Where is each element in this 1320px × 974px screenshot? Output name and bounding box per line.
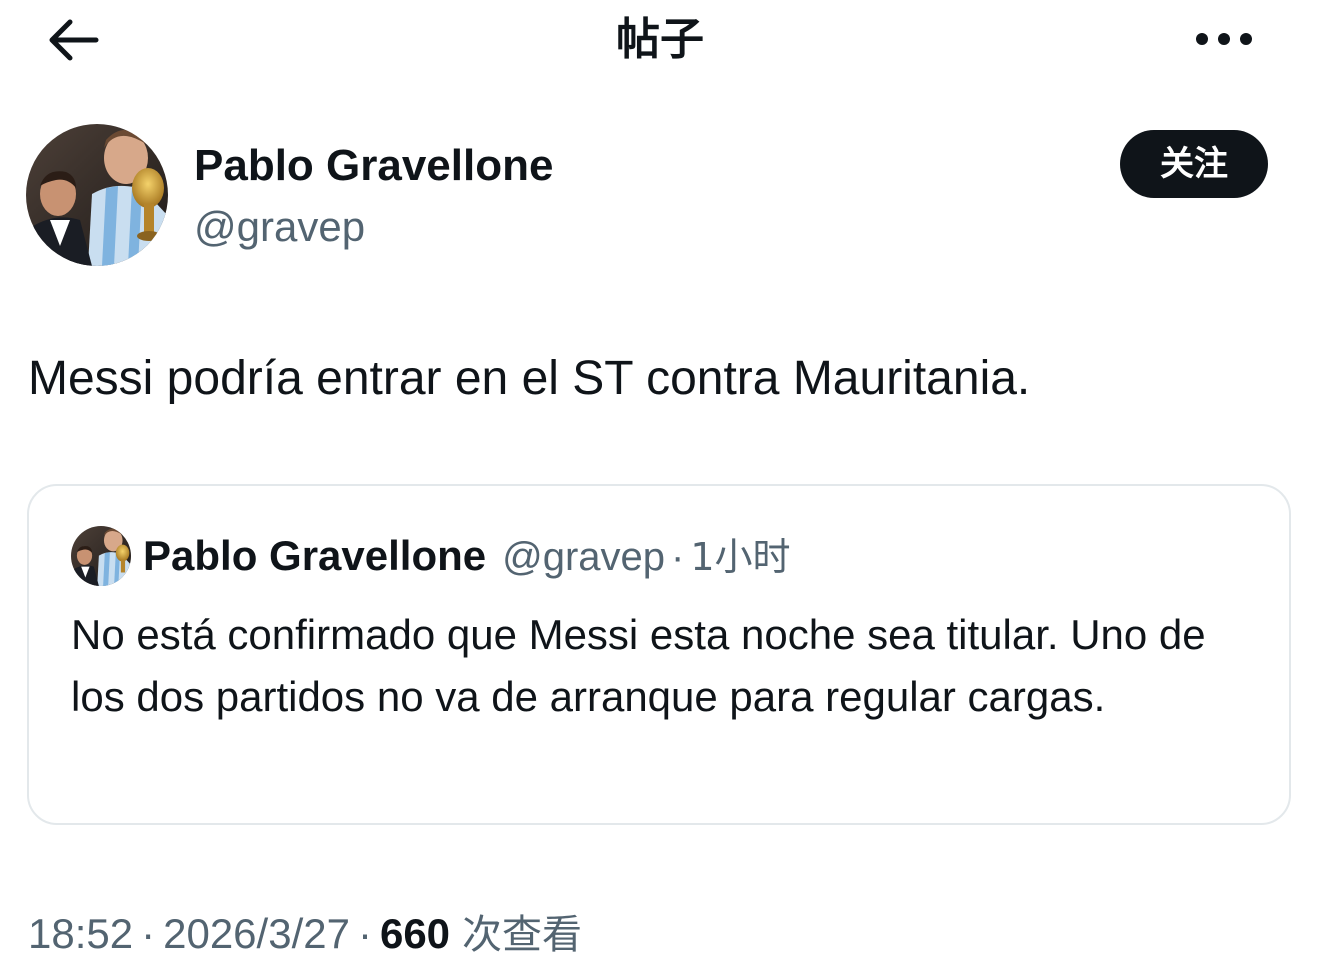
author-name[interactable]: Pablo Gravellone (194, 140, 553, 192)
top-navigation-bar: 帖子 (0, 0, 1320, 80)
quoted-author-handle: @gravep (502, 535, 666, 579)
author-handle[interactable]: @gravep (194, 202, 365, 252)
quoted-author-name: Pablo Gravellone (143, 532, 487, 579)
follow-button[interactable]: 关注 (1120, 130, 1268, 198)
post-metadata: 18:52 · 2026/3/27 · 660 次查看 (28, 904, 582, 964)
post-text: Messi podría entrar en el ST contra Maur… (28, 352, 1031, 405)
quoted-post-card[interactable]: Pablo Gravellone @gravep · 1小时 No está c… (27, 484, 1291, 825)
quoted-author-avatar (71, 526, 131, 586)
post-date: 2026/3/27 (163, 910, 350, 957)
separator-dot: · (141, 910, 156, 957)
author-avatar[interactable] (26, 124, 168, 266)
page-title: 帖子 (616, 14, 704, 65)
quoted-post-time: 1小时 (690, 535, 791, 579)
more-horizontal-icon (1196, 33, 1252, 45)
separator-dot: · (671, 535, 685, 579)
quoted-post-text: No está confirmado que Messi esta noche … (71, 611, 1206, 720)
avatar-photo (71, 526, 131, 586)
views-label: 次查看 (462, 912, 583, 958)
views-count[interactable]: 660 (380, 904, 450, 964)
post-time: 18:52 (28, 910, 134, 957)
quoted-post-header: Pablo Gravellone @gravep · 1小时 (143, 530, 791, 582)
more-options-button[interactable] (1188, 14, 1260, 64)
avatar-photo (26, 124, 168, 266)
separator-dot: · (357, 910, 372, 957)
post-author: Pablo Gravellone @gravep 关注 (26, 124, 1286, 268)
